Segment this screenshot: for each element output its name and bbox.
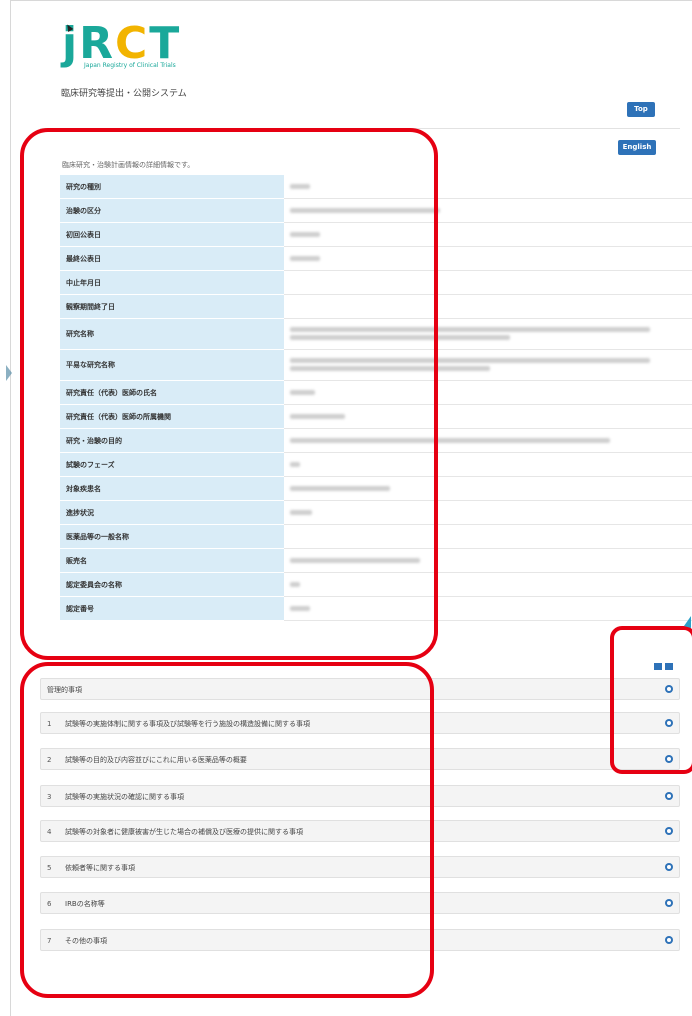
highlight-box-detail-table: [20, 128, 438, 660]
expand-icon[interactable]: [665, 792, 673, 800]
logo-wordmark: jRCT: [62, 18, 182, 69]
highlight-box-sections: [20, 662, 434, 998]
expand-icon[interactable]: [665, 899, 673, 907]
annotation-arrow-icon: [684, 616, 691, 628]
top-button[interactable]: Top: [627, 102, 655, 117]
expand-icon[interactable]: [665, 936, 673, 944]
logo-subtitle: Japan Registry of Clinical Trials: [84, 62, 176, 69]
expand-icon[interactable]: [665, 827, 673, 835]
annotation-arrow-icon: [6, 365, 12, 381]
expand-icon[interactable]: [665, 863, 673, 871]
english-button[interactable]: English: [618, 140, 656, 155]
system-name: 臨床研究等提出・公開システム: [61, 89, 187, 99]
highlight-box-toggle: [610, 626, 692, 774]
jrct-logo[interactable]: jRCT Japan Registry of Clinical Trials: [62, 18, 182, 70]
